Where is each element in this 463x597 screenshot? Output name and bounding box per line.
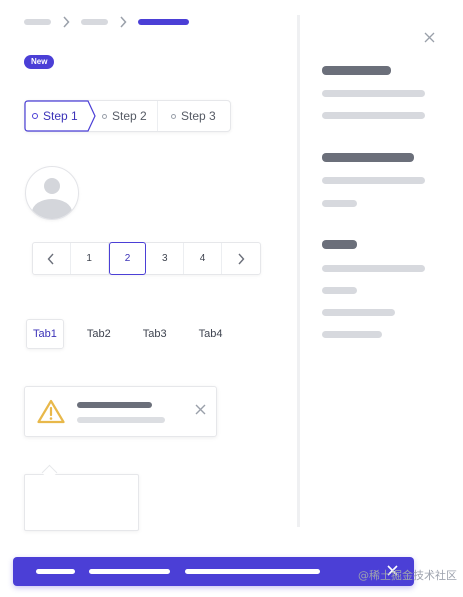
tab-1[interactable]: Tab1 [26,319,64,349]
step-dot-icon [102,113,107,119]
panel-heading-placeholder [322,240,357,249]
toast-text-placeholder [89,569,170,574]
toast-text-placeholder [185,569,320,574]
chevron-right-icon [238,253,245,264]
tab-3[interactable]: Tab3 [137,320,173,348]
panel-text-placeholder [322,331,382,338]
step-label: Step 1 [43,109,78,123]
watermark: @稀土掘金技术社区 [358,569,457,582]
side-panel [300,15,449,527]
page-button-2[interactable]: 2 [108,242,147,275]
panel-text-placeholder [322,177,425,184]
page: New Step 1 Step 2 Step 3 1 2 3 4 Tab1 Ta… [0,0,463,597]
user-icon [32,178,72,219]
chevron-left-icon [47,253,54,264]
breadcrumb-item-current [138,19,189,25]
warning-icon [37,399,65,424]
step-3[interactable]: Step 3 [171,101,216,131]
step-1[interactable]: Step 1 [32,101,78,131]
panel-text-placeholder [322,287,357,294]
page-button-4[interactable]: 4 [184,243,222,274]
chevron-right-icon [51,16,81,28]
panel-text-placeholder [322,309,395,316]
page-button-3[interactable]: 3 [146,243,185,274]
panel-heading-placeholder [322,153,414,162]
tabs: Tab1 Tab2 Tab3 Tab4 [26,318,248,350]
close-icon[interactable] [195,404,206,415]
breadcrumb [24,15,189,29]
step-divider [157,101,158,131]
tab-2[interactable]: Tab2 [81,320,117,348]
prev-page-button[interactable] [33,243,71,274]
popover [24,474,139,531]
pagination: 1 2 3 4 [32,242,261,275]
panel-heading-placeholder [322,66,391,75]
step-label: Step 3 [181,109,216,123]
page-button-1[interactable]: 1 [71,243,109,274]
new-badge: New [24,55,55,69]
steps: Step 1 Step 2 Step 3 [24,100,231,132]
toast [13,557,414,586]
step-2[interactable]: Step 2 [102,101,147,131]
step-label: Step 2 [112,109,147,123]
toast-text-placeholder [36,569,75,574]
alert-title-placeholder [77,402,152,408]
breadcrumb-item-1[interactable] [24,19,51,25]
tab-4[interactable]: Tab4 [193,320,229,348]
panel-text-placeholder [322,112,425,119]
breadcrumb-item-2[interactable] [81,19,108,25]
close-icon[interactable] [424,32,435,43]
alert-text-placeholder [77,417,165,423]
panel-text-placeholder [322,265,425,272]
chevron-right-icon [108,16,138,28]
panel-text-placeholder [322,200,357,207]
avatar[interactable] [25,166,79,220]
step-dot-icon [32,113,38,119]
next-page-button[interactable] [222,243,260,274]
panel-text-placeholder [322,90,425,97]
step-dot-icon [171,113,176,119]
warning-alert [24,386,217,437]
